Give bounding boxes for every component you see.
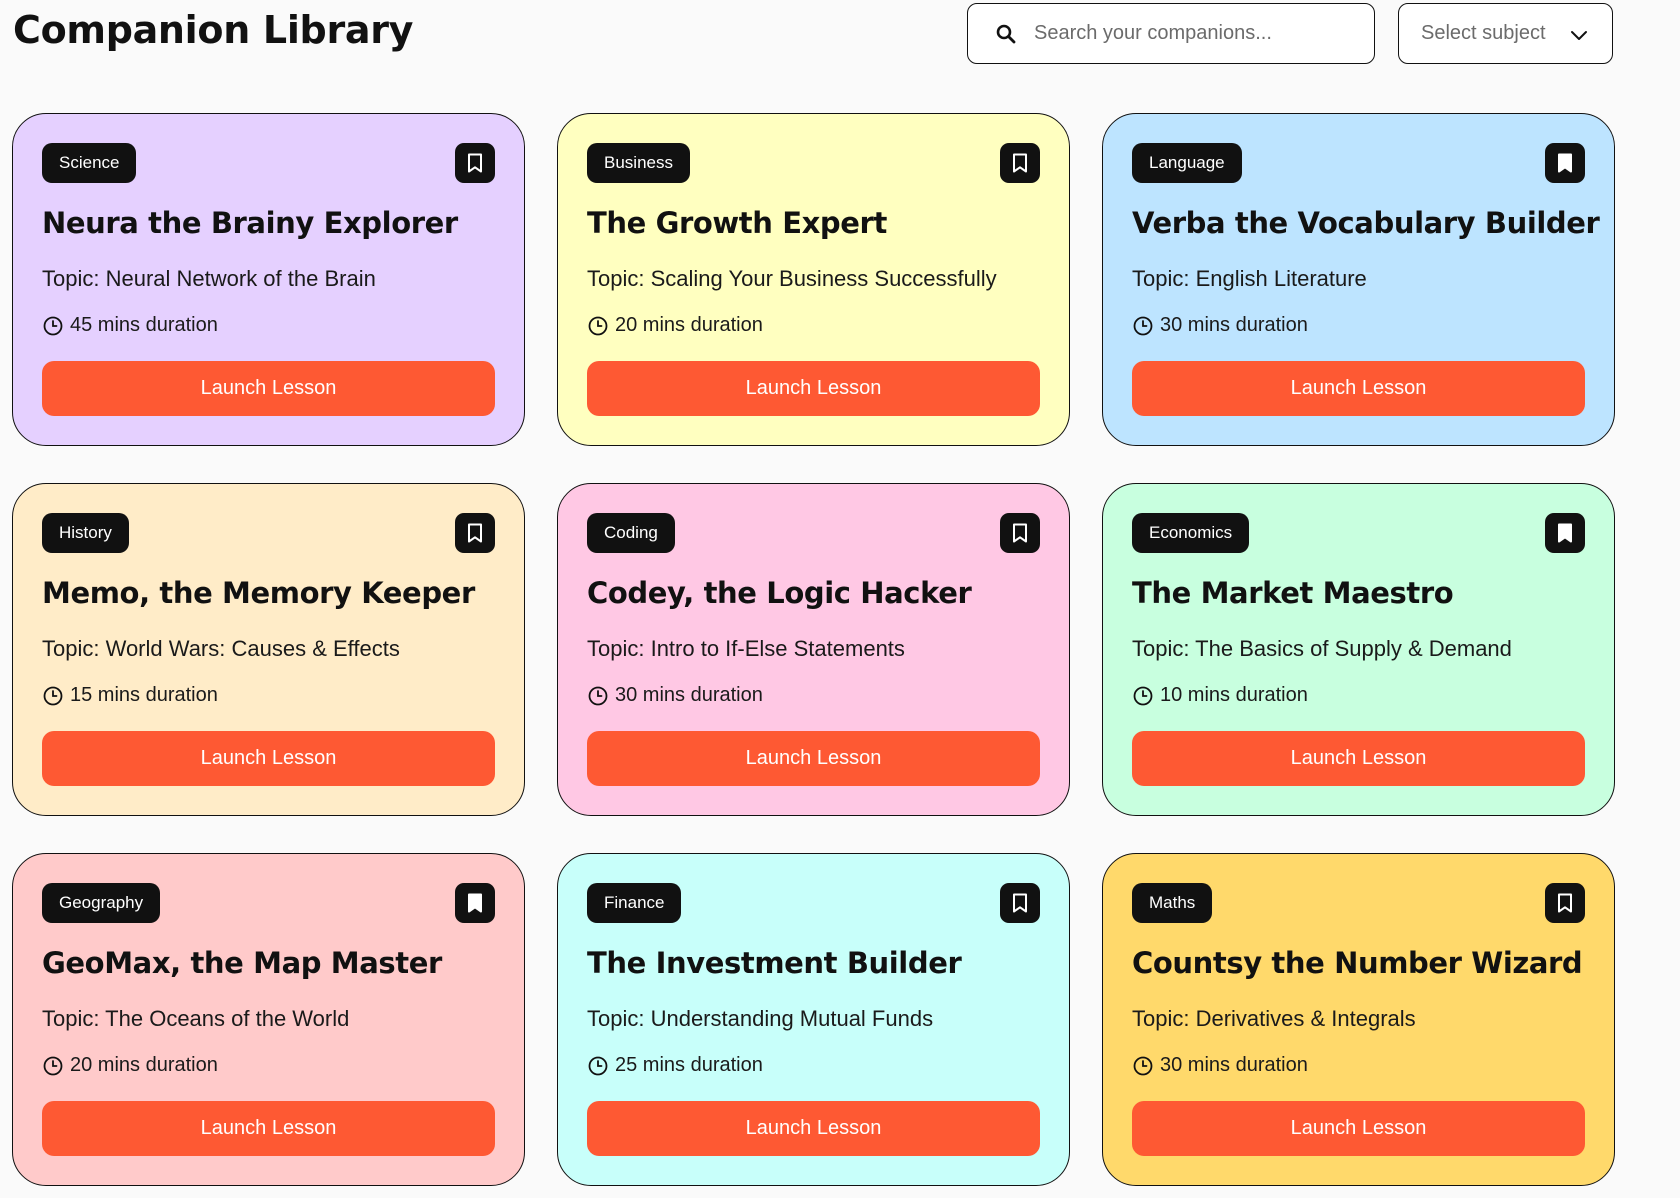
duration: 45 mins duration: [42, 314, 218, 337]
duration: 20 mins duration: [587, 314, 763, 337]
companion-card: Language Verba the Vocabulary Builder To…: [1102, 113, 1615, 446]
bookmark-button[interactable]: [1545, 513, 1585, 553]
launch-lesson-button[interactable]: Launch Lesson: [42, 731, 495, 786]
companion-card: Finance The Investment Builder Topic: Un…: [557, 853, 1070, 1186]
companion-topic: Topic: Neural Network of the Brain: [42, 266, 376, 291]
companion-topic: Topic: The Basics of Supply & Demand: [1132, 636, 1512, 661]
bookmark-icon: [1013, 153, 1027, 173]
companion-card: Science Neura the Brainy Explorer Topic:…: [12, 113, 525, 446]
bookmark-button[interactable]: [1545, 883, 1585, 923]
bookmark-icon: [1013, 523, 1027, 543]
clock-icon: [1133, 686, 1153, 705]
bookmark-icon: [1558, 893, 1572, 913]
duration-text: 30 mins duration: [1160, 314, 1308, 336]
duration-text: 20 mins duration: [70, 1054, 218, 1076]
companion-topic: Topic: English Literature: [1132, 266, 1367, 291]
subject-badge: Maths: [1132, 883, 1213, 923]
duration: 30 mins duration: [1132, 1054, 1308, 1077]
bookmark-icon: [468, 523, 482, 543]
companion-card: Business The Growth Expert Topic: Scalin…: [557, 113, 1070, 446]
launch-lesson-button[interactable]: Launch Lesson: [587, 361, 1040, 416]
companion-topic: Topic: The Oceans of the World: [42, 1006, 350, 1031]
bookmark-button[interactable]: [455, 513, 495, 553]
companion-card: Geography GeoMax, the Map Master Topic: …: [12, 853, 525, 1186]
duration: 25 mins duration: [587, 1054, 763, 1077]
companion-topic: Topic: Understanding Mutual Funds: [587, 1006, 934, 1031]
clock-icon: [43, 686, 63, 705]
bookmark-button[interactable]: [455, 143, 495, 183]
launch-lesson-button[interactable]: Launch Lesson: [587, 1101, 1040, 1156]
bookmark-icon: [468, 893, 482, 913]
search-icon: [996, 24, 1016, 43]
subject-badge: Finance: [587, 883, 682, 923]
companion-name: Countsy the Number Wizard: [1132, 946, 1583, 980]
companion-card: Coding Codey, the Logic Hacker Topic: In…: [557, 483, 1070, 816]
subject-badge: Geography: [42, 883, 161, 923]
companion-card: Economics The Market Maestro Topic: The …: [1102, 483, 1615, 816]
subject-badge: Business: [587, 143, 690, 183]
bookmark-button[interactable]: [1000, 883, 1040, 923]
clock-icon: [588, 1056, 608, 1075]
subject-badge: Science: [42, 143, 137, 183]
bookmark-button[interactable]: [1000, 513, 1040, 553]
bookmark-button[interactable]: [1000, 143, 1040, 183]
companion-topic: Topic: Derivatives & Integrals: [1132, 1006, 1416, 1031]
bookmark-button[interactable]: [1545, 143, 1585, 183]
companion-topic: Topic: World Wars: Causes & Effects: [42, 636, 400, 661]
clock-icon: [588, 686, 608, 705]
search-input[interactable]: [1034, 22, 1354, 45]
companion-name: Neura the Brainy Explorer: [42, 206, 458, 240]
clock-icon: [1133, 316, 1153, 335]
companion-name: The Market Maestro: [1132, 576, 1454, 610]
bookmark-icon: [1558, 153, 1572, 173]
bookmark-button[interactable]: [455, 883, 495, 923]
page-title: Companion Library: [13, 8, 414, 52]
companion-card: History Memo, the Memory Keeper Topic: W…: [12, 483, 525, 816]
subject-badge: Economics: [1132, 513, 1250, 553]
subject-badge: Language: [1132, 143, 1242, 183]
duration-text: 15 mins duration: [70, 684, 218, 706]
duration: 20 mins duration: [42, 1054, 218, 1077]
launch-lesson-button[interactable]: Launch Lesson: [1132, 1101, 1585, 1156]
subject-select[interactable]: Select subject: [1398, 3, 1613, 64]
companion-card: Maths Countsy the Number Wizard Topic: D…: [1102, 853, 1615, 1186]
chevron-down-icon: [1571, 31, 1587, 40]
duration-text: 20 mins duration: [615, 314, 763, 336]
duration-text: 25 mins duration: [615, 1054, 763, 1076]
clock-icon: [43, 1056, 63, 1075]
duration-text: 10 mins duration: [1160, 684, 1308, 706]
clock-icon: [1133, 1056, 1153, 1075]
companion-name: The Growth Expert: [587, 206, 887, 240]
duration: 30 mins duration: [587, 684, 763, 707]
clock-icon: [588, 316, 608, 335]
companion-name: GeoMax, the Map Master: [42, 946, 442, 980]
launch-lesson-button[interactable]: Launch Lesson: [587, 731, 1040, 786]
companion-name: The Investment Builder: [587, 946, 962, 980]
duration-text: 30 mins duration: [1160, 1054, 1308, 1076]
companion-name: Memo, the Memory Keeper: [42, 576, 475, 610]
duration: 15 mins duration: [42, 684, 218, 707]
search-box[interactable]: [967, 3, 1375, 64]
companion-name: Verba the Vocabulary Builder: [1132, 206, 1600, 240]
launch-lesson-button[interactable]: Launch Lesson: [1132, 731, 1585, 786]
subject-badge: Coding: [587, 513, 675, 553]
launch-lesson-button[interactable]: Launch Lesson: [42, 1101, 495, 1156]
subject-select-label: Select subject: [1421, 22, 1546, 44]
bookmark-icon: [1013, 893, 1027, 913]
launch-lesson-button[interactable]: Launch Lesson: [42, 361, 495, 416]
header: Companion Library Select subject: [0, 0, 1680, 70]
subject-badge: History: [42, 513, 129, 553]
bookmark-icon: [1558, 523, 1572, 543]
clock-icon: [43, 316, 63, 335]
companion-topic: Topic: Scaling Your Business Successfull…: [587, 266, 997, 291]
duration: 10 mins duration: [1132, 684, 1308, 707]
duration-text: 30 mins duration: [615, 684, 763, 706]
companion-topic: Topic: Intro to If-Else Statements: [587, 636, 905, 661]
duration-text: 45 mins duration: [70, 314, 218, 336]
bookmark-icon: [468, 153, 482, 173]
companion-name: Codey, the Logic Hacker: [587, 576, 972, 610]
launch-lesson-button[interactable]: Launch Lesson: [1132, 361, 1585, 416]
duration: 30 mins duration: [1132, 314, 1308, 337]
